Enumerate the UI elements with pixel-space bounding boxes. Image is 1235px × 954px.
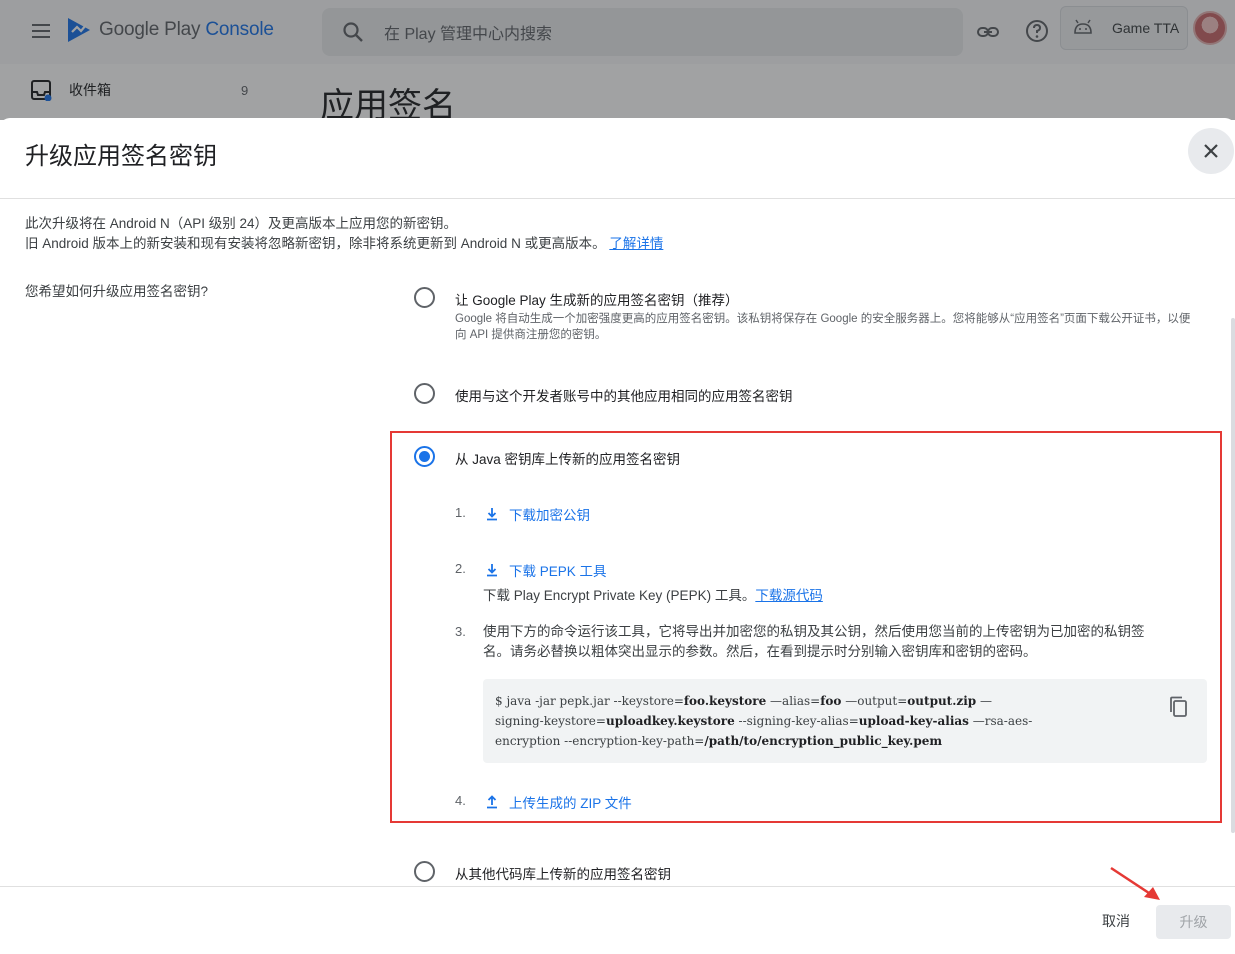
step-3-description: 使用下方的命令运行该工具，它将导出并加密您的私钥及其公钥，然后使用您当前的上传密… (483, 624, 1145, 659)
upgrade-key-dialog: 升级应用签名密钥 此次升级将在 Android N（API 级别 24）及更高版… (0, 118, 1235, 954)
cancel-button[interactable]: 取消 (1090, 906, 1142, 936)
step-number-1: 1. (455, 505, 466, 520)
intro-text: 此次升级将在 Android N（API 级别 24）及更高版本上应用您的新密钥… (25, 214, 663, 254)
intro-line-1: 此次升级将在 Android N（API 级别 24）及更高版本上应用您的新密钥… (25, 216, 458, 231)
annotation-arrow (1110, 866, 1160, 900)
copy-icon[interactable] (1167, 695, 1191, 719)
radio-other-repository[interactable] (414, 861, 435, 882)
option-label-java-keystore: 从 Java 密钥库上传新的应用签名密钥 (455, 452, 681, 467)
intro-line-2: 旧 Android 版本上的新安装和现有安装将忽略新密钥，除非将系统更新到 An… (25, 236, 664, 251)
upgrade-button[interactable]: 升级 (1156, 905, 1231, 939)
pepk-command[interactable]: $ java -jar pepk.jar --keystore=foo.keys… (495, 691, 1145, 751)
option-label-google-generate: 让 Google Play 生成新的应用签名密钥（推荐） (455, 293, 739, 308)
download-encryption-key-link[interactable]: 下载加密公钥 (484, 504, 590, 524)
upload-icon (487, 795, 497, 809)
option-label-other-repository: 从其他代码库上传新的应用签名密钥 (455, 867, 671, 882)
close-icon (1204, 144, 1218, 158)
option-label-same-key: 使用与这个开发者账号中的其他应用相同的应用签名密钥 (455, 389, 793, 404)
modal-scrim[interactable] (0, 0, 1235, 120)
dialog-title: 升级应用签名密钥 (25, 143, 217, 170)
step-number-4: 4. (455, 793, 466, 808)
pepk-command-box: $ java -jar pepk.jar --keystore=foo.keys… (483, 679, 1207, 763)
upload-zip-link[interactable]: 上传生成的 ZIP 文件 (484, 792, 632, 812)
option-description-google-generate: Google 将自动生成一个加密强度更高的应用签名密钥。该私钥将保存在 Goog… (455, 313, 1191, 341)
radio-same-key[interactable] (414, 383, 435, 404)
download-pepk-tool-link[interactable]: 下载 PEPK 工具 (484, 560, 607, 580)
close-button[interactable] (1188, 128, 1234, 174)
step-number-2: 2. (455, 561, 466, 576)
download-source-link[interactable]: 下载源代码 (755, 588, 823, 603)
download-icon (487, 508, 497, 521)
download-icon (487, 564, 497, 577)
dialog-footer: 取消 升级 (0, 886, 1235, 954)
learn-more-link[interactable]: 了解详情 (609, 236, 663, 251)
dialog-scrollbar[interactable] (1231, 318, 1235, 833)
step-number-3: 3. (455, 624, 466, 639)
upgrade-method-question: 您希望如何升级应用签名密钥? (25, 284, 209, 299)
step-2-description: 下载 Play Encrypt Private Key (PEPK) 工具。下载… (483, 588, 823, 603)
radio-java-keystore[interactable] (414, 446, 435, 467)
dialog-divider (0, 198, 1235, 199)
radio-google-generate[interactable] (414, 287, 435, 308)
